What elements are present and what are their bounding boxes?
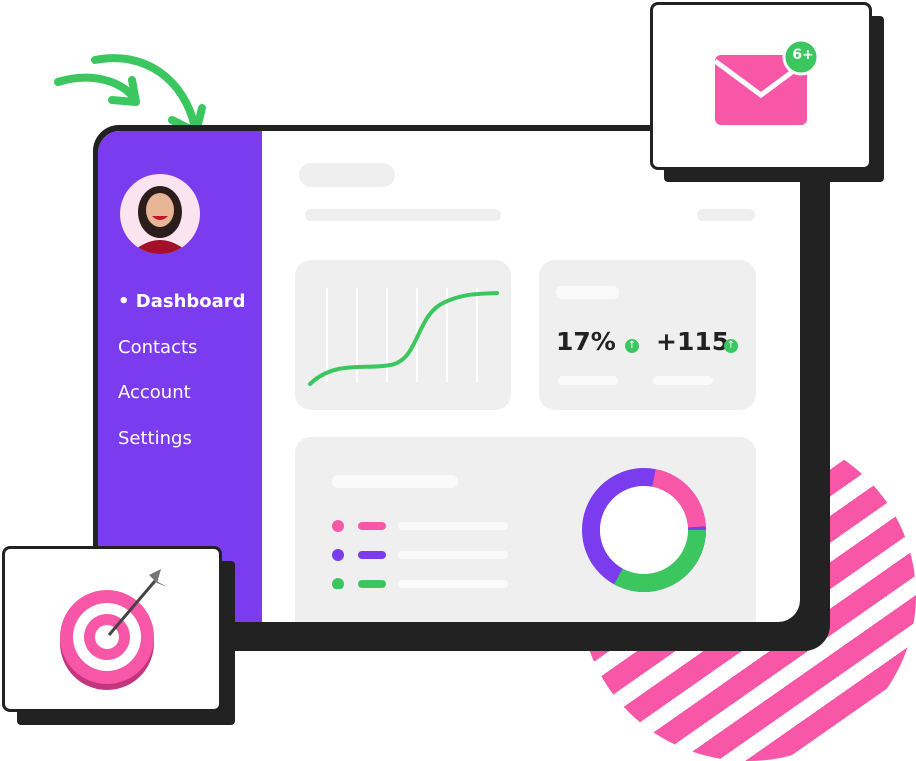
target-card	[2, 546, 222, 712]
line-chart-card	[295, 260, 511, 410]
sidebar-item-account[interactable]: Account	[118, 382, 191, 403]
notification-badge: 6+	[792, 47, 814, 63]
title-placeholder	[299, 163, 395, 187]
breakdown-title-placeholder	[332, 475, 458, 488]
stat-value-percent: 17%	[556, 327, 616, 356]
sidebar-item-dashboard[interactable]: • Dashboard	[118, 291, 246, 312]
subtitle-placeholder	[305, 209, 501, 221]
notification-card[interactable]: 6+	[650, 2, 872, 170]
avatar[interactable]	[120, 174, 200, 254]
sidebar-item-settings[interactable]: Settings	[118, 428, 192, 449]
target-dart-icon	[60, 569, 167, 690]
stat-value-count: +115	[656, 327, 730, 356]
stat-label-placeholder	[558, 376, 618, 385]
stats-card: 17% ↑ +115 ↑	[539, 260, 756, 410]
donut-chart	[582, 468, 706, 592]
arrow-up-icon: ↑	[625, 339, 639, 353]
stats-title-placeholder	[556, 286, 619, 299]
arrow-up-icon: ↑	[724, 339, 738, 353]
sidebar-item-contacts[interactable]: Contacts	[118, 337, 197, 358]
legend	[332, 519, 512, 593]
header-placeholder	[697, 209, 755, 221]
breakdown-card	[295, 437, 756, 622]
stat-label-placeholder	[653, 376, 713, 385]
line-chart	[308, 288, 499, 386]
